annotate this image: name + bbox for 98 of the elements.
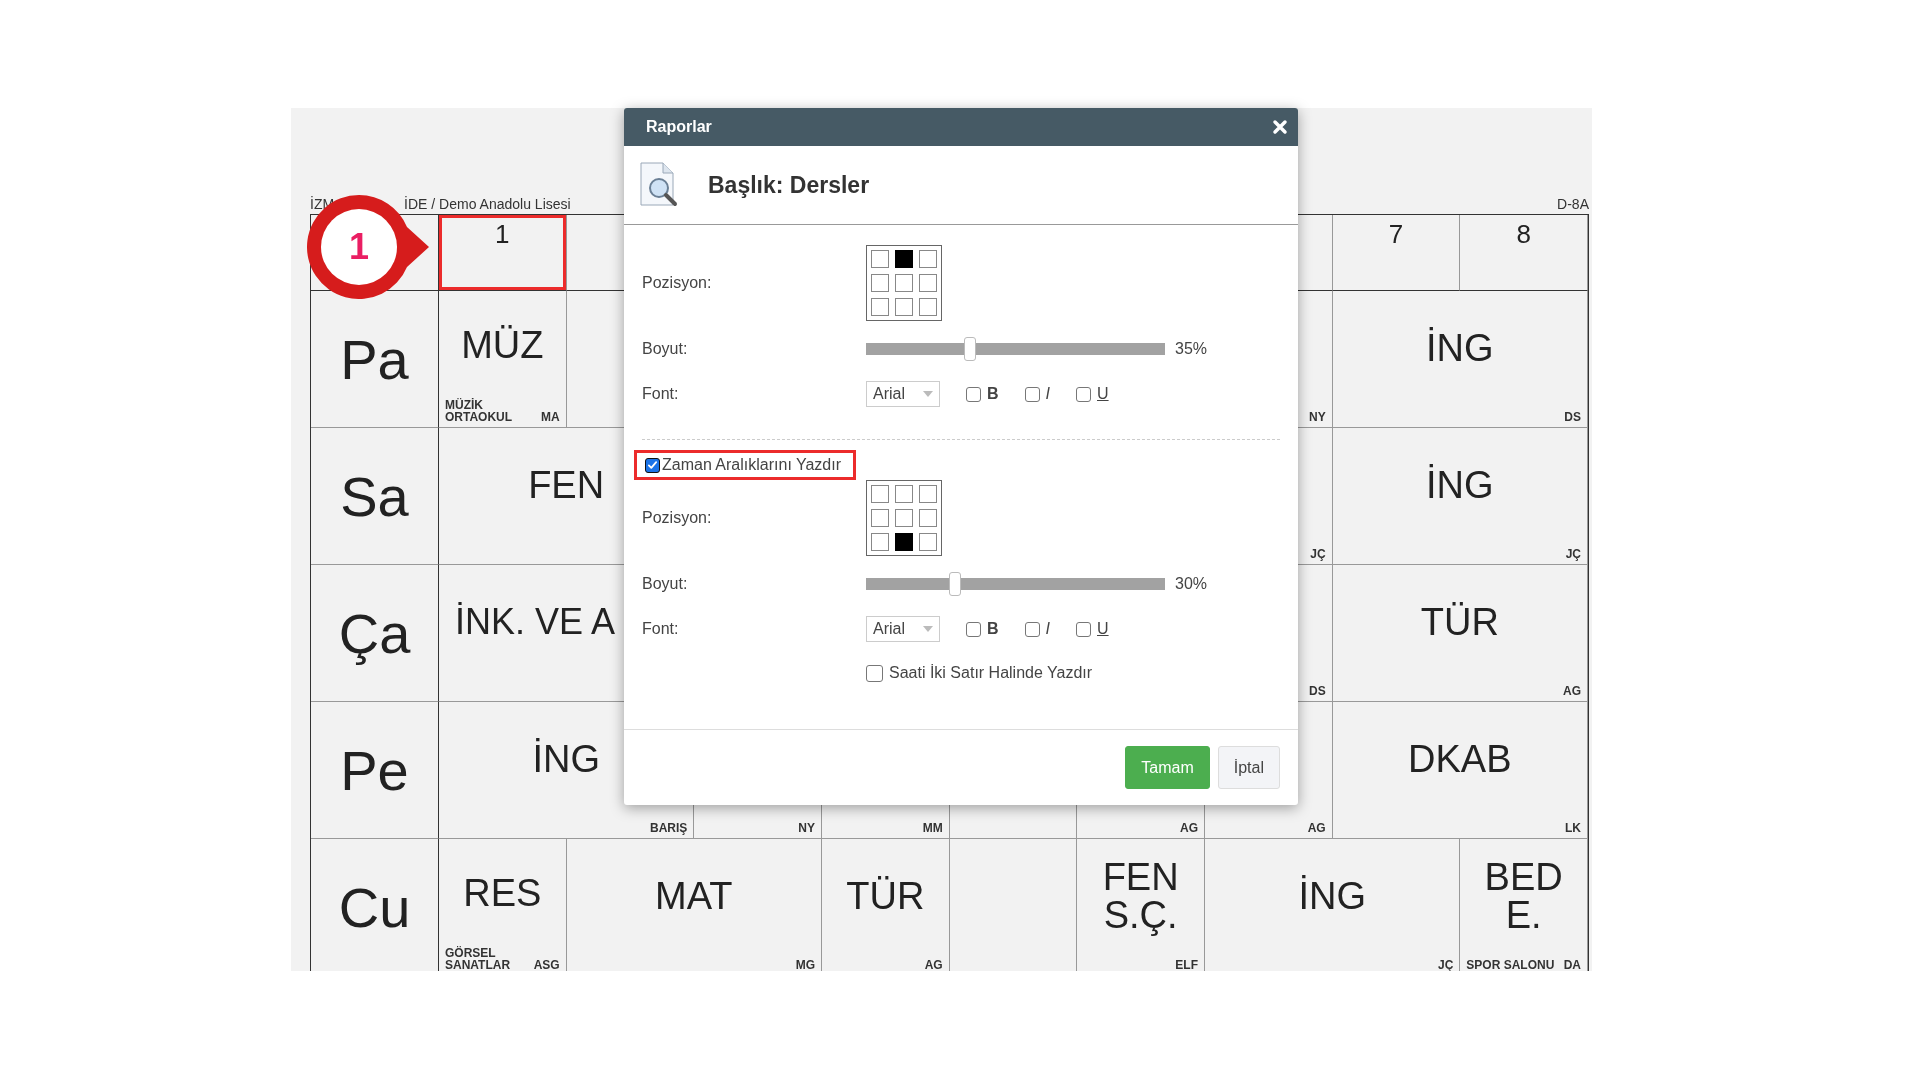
position-cell[interactable] xyxy=(871,509,889,527)
caret-icon xyxy=(923,626,933,632)
teacher-code: ASG xyxy=(533,959,560,971)
lesson-name: İNG xyxy=(532,740,600,778)
checkbox-label[interactable]: Zaman Aralıklarını Yazdır xyxy=(662,456,842,474)
checkbox-label[interactable]: I xyxy=(1045,385,1050,403)
period-header: 8 xyxy=(1460,215,1588,291)
field-label: Font: xyxy=(642,385,680,403)
font-dropdown[interactable]: Arial xyxy=(866,381,940,407)
day-label: Pe xyxy=(311,702,439,839)
close-icon[interactable] xyxy=(1272,119,1288,135)
day-label: Sa xyxy=(311,428,439,565)
checkbox[interactable] xyxy=(966,621,981,637)
lesson-name: TÜR xyxy=(846,877,925,915)
position-cell[interactable] xyxy=(895,509,913,527)
dialog-title: Raporlar xyxy=(646,118,712,136)
position-cell[interactable] xyxy=(871,485,889,503)
day-label: Ça xyxy=(311,565,439,702)
caret-icon xyxy=(923,391,933,397)
lesson-name: MÜZ xyxy=(461,326,544,364)
teacher-code: AG xyxy=(1307,822,1326,834)
lesson-name: TÜR xyxy=(1420,603,1499,641)
room-name: GÖRSEL SANATLAR xyxy=(445,947,512,971)
teacher-code: MG xyxy=(795,959,815,971)
position-cell[interactable] xyxy=(919,298,937,316)
field-label: Pozisyon: xyxy=(642,509,713,527)
lesson-name: DKAB xyxy=(1408,740,1512,778)
teacher-code: BARIŞ xyxy=(650,822,688,834)
checkbox-label[interactable]: Saati İki Satır Halinde Yazdır xyxy=(889,664,1093,682)
position-cell[interactable] xyxy=(871,533,889,551)
teacher-code: NY xyxy=(798,822,815,834)
lesson-name: BED E. xyxy=(1483,858,1564,934)
teacher-code: MM xyxy=(922,822,943,834)
position-cell[interactable] xyxy=(895,485,913,503)
teacher-code: DS xyxy=(1564,411,1581,423)
checkmark-icon xyxy=(646,458,659,472)
class-code: D-8A xyxy=(1557,196,1589,212)
checkbox-label[interactable]: B xyxy=(987,620,999,638)
teacher-code: JÇ xyxy=(1438,959,1454,971)
position-cell[interactable] xyxy=(919,533,937,551)
report-heading: Başlık: Dersler xyxy=(708,171,870,199)
room-name: MÜZİK ORTAOKUL xyxy=(445,399,514,423)
checkbox-label[interactable]: B xyxy=(987,385,999,403)
checkbox-label[interactable]: U xyxy=(1097,620,1109,638)
position-cell[interactable] xyxy=(919,509,937,527)
lesson-name: FEN xyxy=(528,466,605,504)
position-cell[interactable] xyxy=(895,533,913,551)
checkbox[interactable] xyxy=(1076,386,1091,402)
lesson-name: İNG xyxy=(1426,329,1494,367)
teacher-code: LK xyxy=(1565,822,1581,834)
field-label: Font: xyxy=(642,620,680,638)
field-label: Boyut: xyxy=(642,575,689,593)
size-value: 35% xyxy=(1175,340,1208,358)
position-cell[interactable] xyxy=(871,250,889,268)
checkbox[interactable] xyxy=(1076,621,1091,637)
position-cell[interactable] xyxy=(895,298,913,316)
teacher-code: JÇ xyxy=(1565,548,1581,560)
field-label: Pozisyon: xyxy=(642,274,713,292)
period-header: 1 xyxy=(439,215,567,291)
slider-thumb[interactable] xyxy=(963,337,976,361)
checkbox[interactable] xyxy=(1024,621,1040,637)
lesson-name: İNK. VE A xyxy=(455,604,616,640)
lesson-name: MAT xyxy=(655,877,733,915)
position-cell[interactable] xyxy=(895,274,913,292)
teacher-code: JÇ xyxy=(1310,548,1326,560)
teacher-code: ELF xyxy=(1175,959,1198,971)
checkbox[interactable] xyxy=(1024,386,1040,402)
teacher-code: AG xyxy=(1563,685,1581,697)
school-name: İDE / Demo Anadolu Lisesi xyxy=(404,196,571,212)
position-cell[interactable] xyxy=(895,250,913,268)
position-cell[interactable] xyxy=(871,274,889,292)
room-name: SPOR SALONU xyxy=(1466,959,1555,971)
day-label: Cu xyxy=(311,839,439,971)
checkbox-label[interactable]: I xyxy=(1045,620,1050,638)
teacher-code: DA xyxy=(1563,959,1581,971)
slider-thumb[interactable] xyxy=(948,572,961,596)
checkbox[interactable] xyxy=(866,664,883,682)
period-header: 7 xyxy=(1332,215,1461,291)
position-cell[interactable] xyxy=(919,250,937,268)
checkbox[interactable] xyxy=(645,457,660,473)
position-cell[interactable] xyxy=(871,298,889,316)
lesson-name: FEN S.Ç. xyxy=(1101,858,1180,934)
checkbox-label[interactable]: U xyxy=(1097,385,1109,403)
lesson-name: İNG xyxy=(1298,877,1366,915)
lesson-name: RES xyxy=(463,874,542,912)
cancel-button[interactable]: İptal xyxy=(1217,746,1280,789)
checkbox[interactable] xyxy=(966,386,981,402)
teacher-code: MA xyxy=(541,411,560,423)
teacher-code: NY xyxy=(1309,411,1326,423)
lesson-name: İNG xyxy=(1426,466,1494,504)
field-label: Boyut: xyxy=(642,340,689,358)
teacher-code: AG xyxy=(1180,822,1198,834)
font-dropdown[interactable]: Arial xyxy=(866,616,940,642)
teacher-code: AG xyxy=(924,959,943,971)
size-value: 30% xyxy=(1175,575,1208,593)
teacher-code: DS xyxy=(1309,685,1326,697)
position-cell[interactable] xyxy=(919,485,937,503)
position-cell[interactable] xyxy=(919,274,937,292)
